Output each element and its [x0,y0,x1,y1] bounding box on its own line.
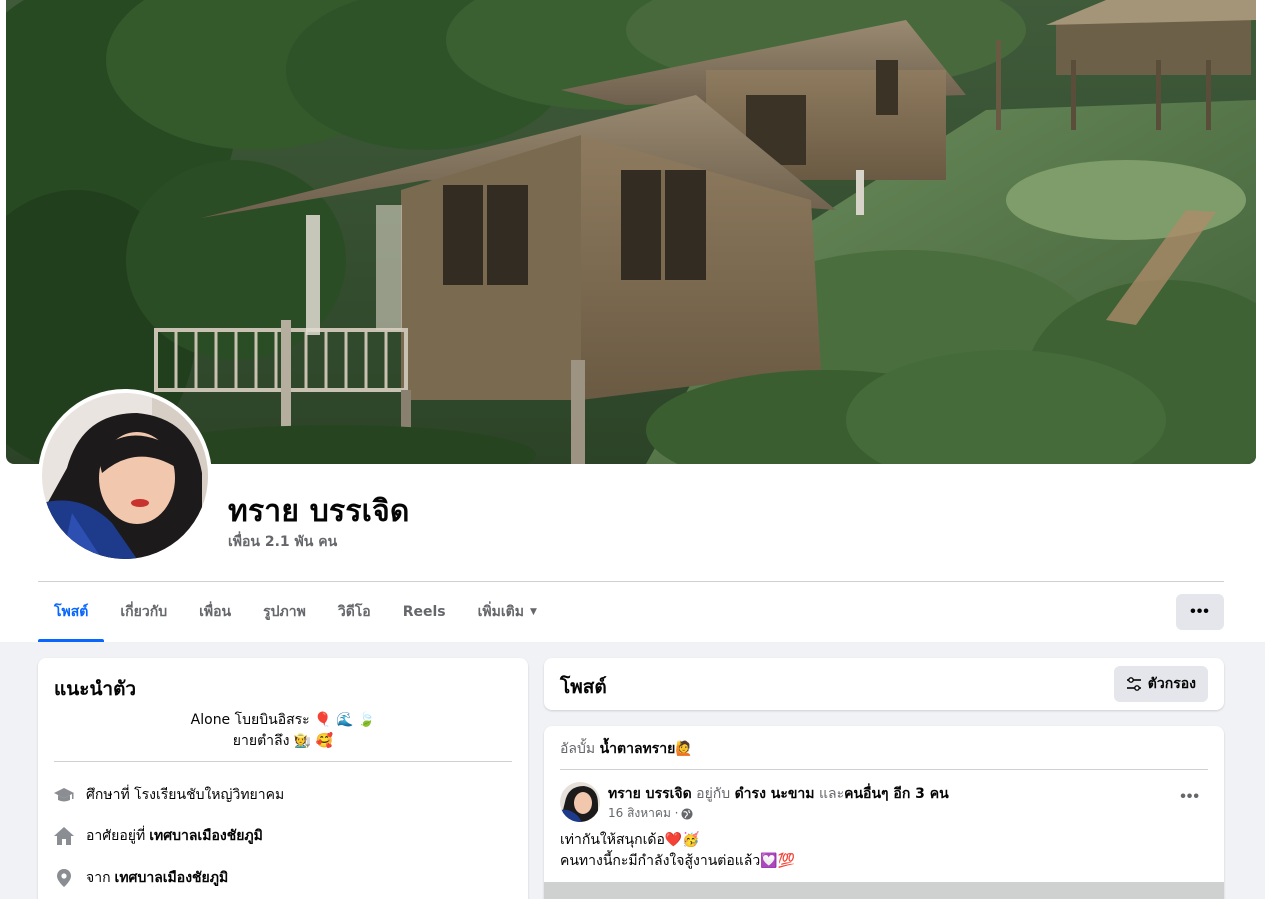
filter-button[interactable]: ตัวกรอง [1113,666,1208,702]
cover-photo[interactable] [6,0,1256,464]
tab-label: เกี่ยวกับ [120,604,168,620]
tab-label: เพิ่มเติม [477,604,524,620]
with-text: อยู่กับ [696,786,731,802]
tab-label: เพื่อน [199,604,232,620]
tab-label: วิดีโอ [337,604,371,620]
tab-reels[interactable]: Reels [387,582,462,642]
album-line: อัลบั้ม น้ำตาลทราย🙋 [560,738,693,760]
profile-name: ทราย บรรเจิด [228,494,410,529]
tab-posts[interactable]: โพสต์ [38,582,105,642]
post-text: เท่ากันให้สนุกเด้อ❤️🥳 คนทางนี้กะมีกำลังใ… [560,830,795,872]
tab-videos[interactable]: วิดีโอ [322,582,387,642]
post-author-name[interactable]: ทราย บรรเจิด [608,786,692,802]
bio-line: ยายตำลึง 🧑‍🌾 🥰 [232,733,334,749]
post-text-line: คนทางนี้กะมีกำลังใจสู้งานต่อแล้ว💟💯 [560,853,796,869]
post-author-line: ทราย บรรเจิด อยู่กับ ดำรง นะขาม และคนอื่… [608,783,949,805]
globe-icon [681,808,693,819]
post-options-button[interactable]: ••• [1180,788,1200,806]
post-text-line: เท่ากันให้สนุกเด้อ❤️🥳 [560,832,700,848]
more-dots-icon: ••• [1190,603,1210,620]
lives-in-prefix: อาศัยอยู่ที่ [86,828,146,844]
tab-label: โพสต์ [54,604,89,620]
tab-more[interactable]: เพิ่มเติม ▼ [462,582,553,642]
home-icon [54,826,74,846]
from-prefix: จาก [86,870,111,886]
tab-label: รูปภาพ [263,604,306,620]
friends-count[interactable]: เพื่อน 2.1 พัน คน [228,531,337,553]
album-prefix: อัลบั้ม [560,741,596,757]
intro-card: แนะนำตัว Alone โบยบินอิสระ 🎈 🌊 🍃 ยายตำลึ… [38,658,528,899]
tab-friends[interactable]: เพื่อน [183,582,247,642]
posts-header: โพสต์ ตัวกรอง [544,658,1224,710]
from-row: จาก เทศบาลเมืองชัยภูมิ [54,867,228,889]
post-meta: 16 สิงหาคม · [608,804,693,823]
caret-down-icon: ▼ [529,607,537,617]
from-place[interactable]: เทศบาลเมืองชัยภูมิ [115,867,229,889]
post-card: อัลบั้ม น้ำตาลทราย🙋 ทราย บรรเจิด อยู่กับ… [544,726,1224,899]
tagged-person[interactable]: ดำรง นะขาม [735,786,815,802]
education-row: ศึกษาที่ โรงเรียนชับใหญ่วิทยาคม [54,784,284,806]
profile-tabs: โพสต์ เกี่ยวกับ เพื่อน รูปภาพ วิดีโอ Ree… [38,582,553,642]
tab-label: Reels [402,604,446,620]
and-text: และ [818,786,845,802]
graduation-cap-icon [54,785,74,805]
post-author-avatar[interactable] [560,782,600,822]
profile-avatar[interactable] [38,389,212,563]
intro-title: แนะนำตัว [54,678,137,700]
bio: Alone โบยบินอิสระ 🎈 🌊 🍃 ยายตำลึง 🧑‍🌾 🥰 [54,710,512,752]
filter-label: ตัวกรอง [1147,676,1196,692]
profile-header: ทราย บรรเจิด เพื่อน 2.1 พัน คน โพสต์ เกี… [0,0,1265,642]
tab-about[interactable]: เกี่ยวกับ [104,582,183,642]
lives-in-place[interactable]: เทศบาลเมืองชัยภูมิ [149,825,263,847]
location-pin-icon [54,868,74,888]
album-name[interactable]: น้ำตาลทราย🙋 [600,741,693,757]
tab-photos[interactable]: รูปภาพ [247,582,322,642]
filter-sliders-icon [1126,677,1141,691]
education-text: ศึกษาที่ โรงเรียนชับใหญ่วิทยาคม [86,787,285,803]
album-divider [560,769,1208,770]
post-media[interactable] [544,882,1224,899]
bio-divider [54,761,512,762]
post-date[interactable]: 16 สิงหาคม · [608,804,678,823]
bio-line: Alone โบยบินอิสระ 🎈 🌊 🍃 [190,712,376,728]
posts-title: โพสต์ [560,676,607,698]
profile-more-button[interactable]: ••• [1176,594,1224,630]
lives-in-row: อาศัยอยู่ที่ เทศบาลเมืองชัยภูมิ [54,825,263,847]
tagged-others[interactable]: คนอื่นๆ อีก 3 คน [844,786,949,802]
